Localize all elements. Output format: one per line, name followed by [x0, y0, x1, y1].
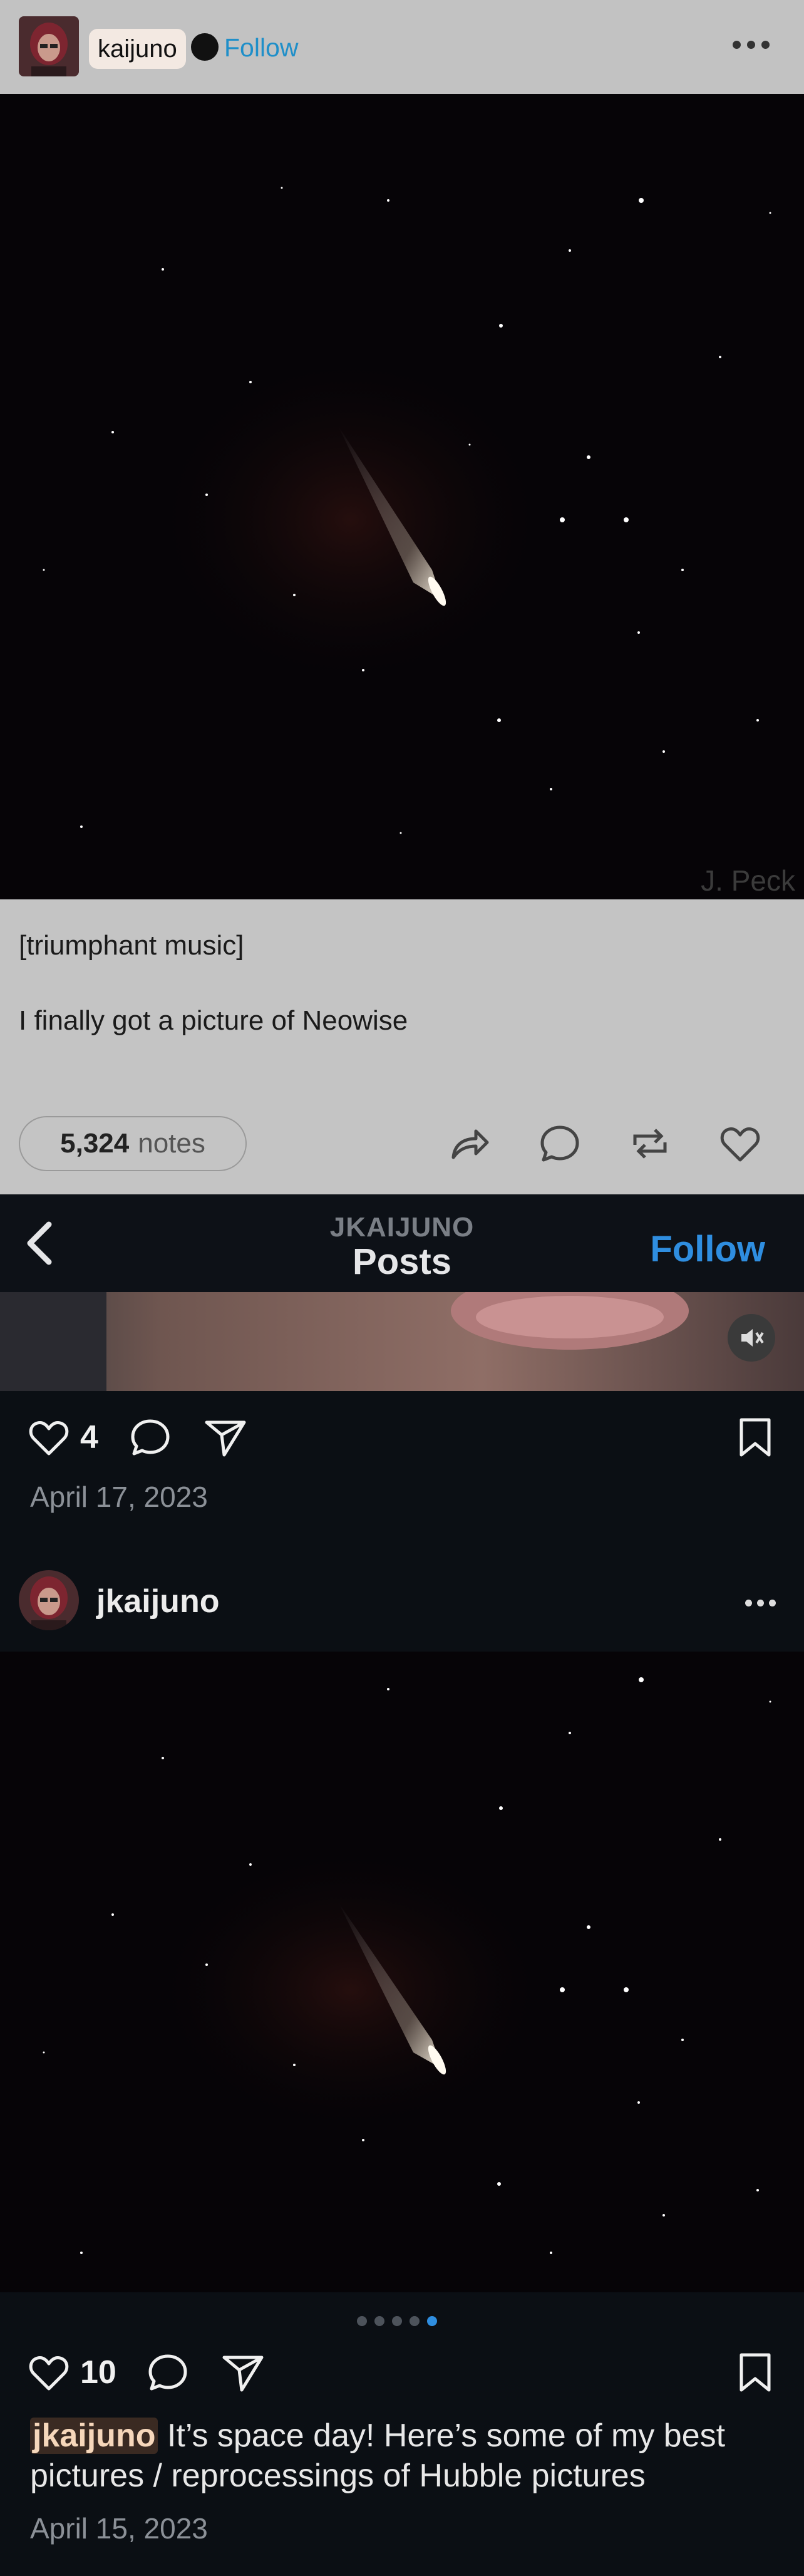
- follow-button[interactable]: Follow: [224, 31, 298, 64]
- like-icon[interactable]: [25, 1414, 73, 1461]
- carousel-dot-active: [427, 2316, 437, 2326]
- post-image[interactable]: J. Peck: [0, 94, 804, 899]
- carousel-dot: [357, 2316, 367, 2326]
- username[interactable]: kaijuno: [89, 29, 186, 69]
- avatar[interactable]: [19, 16, 79, 76]
- carousel-indicator: [357, 2316, 437, 2326]
- more-options-icon[interactable]: [733, 35, 776, 54]
- send-icon[interactable]: [219, 2349, 267, 2396]
- comment-icon[interactable]: [144, 2349, 192, 2396]
- save-bookmark-icon[interactable]: [731, 1414, 779, 1461]
- post-image[interactable]: [0, 1652, 804, 2292]
- post-date: April 15, 2023: [30, 2512, 208, 2545]
- post-caption: jkaijuno It’s space day! Here’s some of …: [30, 2416, 781, 2496]
- watermark: J. Peck: [701, 864, 796, 897]
- notes-label: notes: [138, 1128, 205, 1159]
- like-count: 4: [80, 1419, 98, 1456]
- mute-icon[interactable]: [728, 1314, 775, 1362]
- caption-username[interactable]: jkaijuno: [30, 2418, 158, 2454]
- carousel-dot: [374, 2316, 384, 2326]
- video-post-preview[interactable]: [0, 1292, 804, 1391]
- like-count: 10: [80, 2354, 116, 2391]
- notes-count: 5,324: [60, 1128, 130, 1159]
- more-options-icon[interactable]: [745, 1596, 783, 1609]
- like-icon[interactable]: [25, 2349, 73, 2396]
- post-date: April 17, 2023: [30, 1481, 208, 1513]
- tumblr-post-header: kaijuno Follow: [0, 0, 804, 94]
- reblog-icon[interactable]: [626, 1120, 674, 1167]
- reply-icon[interactable]: [536, 1120, 584, 1167]
- top-nav-bar: JKAIJUNO Posts Follow: [0, 1194, 804, 1292]
- avatar[interactable]: [19, 1570, 79, 1630]
- status-dot-icon: [191, 33, 219, 61]
- share-icon[interactable]: [446, 1120, 493, 1167]
- post-caption-line1: [triumphant music]: [19, 930, 244, 961]
- notes-button[interactable]: 5,324 notes: [19, 1116, 247, 1171]
- save-bookmark-icon[interactable]: [731, 2349, 779, 2396]
- like-icon[interactable]: [716, 1120, 764, 1167]
- username[interactable]: jkaijuno: [96, 1583, 219, 1620]
- follow-button[interactable]: Follow: [650, 1228, 765, 1270]
- carousel-dot: [410, 2316, 420, 2326]
- comment-icon[interactable]: [126, 1414, 174, 1461]
- send-icon[interactable]: [202, 1414, 249, 1461]
- post-caption-line2: I finally got a picture of Neowise: [19, 1005, 408, 1036]
- carousel-dot: [392, 2316, 402, 2326]
- tumblr-post: kaijuno Follow J. Peck [triumphant music…: [0, 0, 804, 1194]
